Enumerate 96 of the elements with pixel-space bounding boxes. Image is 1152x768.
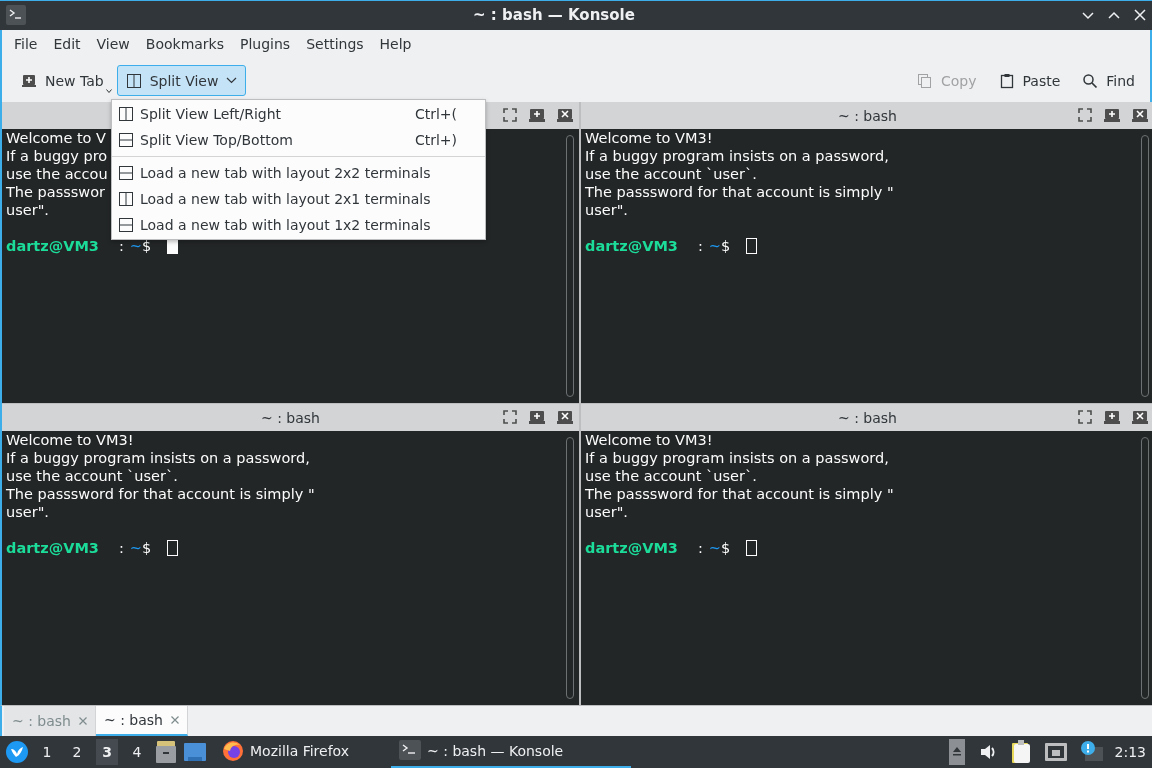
new-tab-icon (21, 72, 37, 89)
pane-title: ~ : bash (261, 409, 320, 426)
menu-item[interactable]: Settings (298, 32, 372, 57)
prompt-path: ~ (708, 237, 721, 256)
chevron-down-icon (226, 77, 238, 85)
taskbar-button[interactable]: ~ : bash — Konsole (391, 736, 632, 768)
search-icon (1082, 72, 1099, 89)
desktop-switcher[interactable]: 4 (126, 739, 148, 765)
prompt-user: dartz@VM3 (585, 539, 678, 558)
terminal-line: Welcome to VM3! (6, 431, 134, 450)
terminal-line: If a buggy pro (6, 147, 108, 166)
terminal[interactable]: Welcome to VM3! If a buggy program insists on a password, use the account `user`. The passsword for that account is simply " user". dartz@VM3 : ~$ (2, 431, 579, 706)
prompt-symbol: $ (721, 539, 731, 558)
terminal-line: user". (6, 201, 49, 220)
prompt-user: dartz@VM3 (6, 539, 99, 558)
firefox-icon (222, 740, 244, 762)
split-view-icon (125, 72, 142, 89)
clipboard-icon[interactable] (1010, 740, 1031, 764)
menu-item[interactable]: File (6, 32, 46, 57)
terminal-line: The passsword for that account is simply " (585, 183, 894, 202)
split-top-bottom-icon (118, 165, 134, 181)
close-terminal-icon[interactable] (1132, 108, 1148, 123)
terminal[interactable]: Welcome to VM3! If a buggy program insists on a password, use the account `user`. The passsword for that account is simply " user". dartz@VM3 : ~$ (581, 129, 1152, 404)
terminal-line: use the account `user`. (585, 467, 757, 486)
prompt-separator: : (118, 237, 124, 256)
terminal-line: The passswor (6, 183, 106, 202)
terminal-line: user". (585, 503, 628, 522)
split-button[interactable]: Split View (116, 65, 247, 97)
taskbar-button[interactable]: Mozilla Firefox (214, 736, 358, 768)
new-tab-button[interactable]: New Tab (12, 65, 113, 97)
paste-button[interactable]: Paste (989, 65, 1070, 97)
minimize-icon[interactable] (1082, 9, 1094, 22)
terminal-line: use the account `user`. (585, 165, 757, 184)
terminal-line: use the accou (6, 165, 108, 184)
close-terminal-icon[interactable] (557, 410, 573, 425)
add-terminal-icon[interactable] (1104, 410, 1120, 425)
start-menu-icon[interactable] (6, 741, 28, 763)
clock[interactable]: 2:13 (1114, 744, 1146, 760)
terminal-line: Welcome to V (6, 129, 107, 148)
terminal-line: Welcome to VM3! (585, 129, 713, 148)
prompt-separator: : (118, 539, 124, 558)
clipboard-icon (998, 72, 1015, 89)
prompt-path: ~ (129, 237, 142, 256)
menu-item[interactable]: Edit (45, 32, 89, 57)
prompt-user: dartz@VM3 (585, 237, 678, 256)
close-terminal-icon[interactable] (1132, 410, 1148, 425)
prompt-path: ~ (129, 539, 142, 558)
eject-icon[interactable] (948, 739, 965, 765)
prompt-user: dartz@VM3 (6, 237, 99, 256)
menu-item[interactable]: Load a new tab with layout 2x2 terminals (112, 160, 485, 186)
menu-item[interactable]: Split View Top/Bottom Ctrl+) (112, 127, 485, 153)
terminal-icon (399, 740, 422, 762)
split-left-right-icon (118, 106, 134, 122)
menu-item[interactable]: View (88, 32, 138, 57)
prompt-symbol: $ (142, 539, 152, 558)
terminal-line: use the account `user`. (6, 467, 178, 486)
terminal-line: user". (6, 503, 49, 522)
split-top-bottom-icon (118, 132, 134, 148)
split-top-bottom-icon (118, 217, 134, 233)
terminal-line: If a buggy program insists on a password, (6, 449, 310, 468)
close-terminal-icon[interactable] (557, 108, 573, 123)
tab[interactable]: ~ : bash (96, 706, 188, 736)
find-button[interactable]: Find (1073, 65, 1144, 97)
add-terminal-icon[interactable] (1104, 108, 1120, 123)
prompt-symbol: $ (721, 237, 731, 256)
desktop-switcher[interactable]: 1 (36, 739, 58, 765)
menu-item[interactable]: Help (371, 32, 420, 57)
menu-item[interactable]: Load a new tab with layout 1x2 terminals (112, 212, 485, 238)
terminal-line: If a buggy program insists on a password, (585, 449, 889, 468)
menu-item[interactable]: Load a new tab with layout 2x1 terminals (112, 186, 485, 212)
terminal-line: If a buggy program insists on a password, (585, 147, 889, 166)
terminal-icon (6, 5, 26, 26)
split-left-right-icon (118, 191, 134, 207)
menu-item[interactable]: Bookmarks (137, 32, 232, 57)
prompt-separator: : (697, 237, 703, 256)
add-terminal-icon[interactable] (529, 108, 545, 123)
add-terminal-icon[interactable] (529, 410, 545, 425)
menu-item[interactable]: Split View Left/Right Ctrl+( (112, 101, 485, 127)
window-title: ~ : bash — Konsole (472, 6, 636, 25)
notification-icon[interactable] (1080, 741, 1103, 763)
prompt-separator: : (697, 539, 703, 558)
terminal-line: The passsword for that account is simply " (585, 485, 894, 504)
menu-item[interactable]: Plugins (232, 32, 299, 57)
desktop-switcher[interactable]: 2 (66, 739, 88, 765)
desktop-switcher[interactable]: 3 (96, 739, 118, 765)
file-cabinet-icon[interactable] (156, 741, 176, 763)
pane-title: ~ : bash (838, 107, 897, 124)
copy-icon (917, 72, 933, 89)
terminal[interactable]: Welcome to VM3! If a buggy program insists on a password, use the account `user`. The passsword for that account is simply " user". dartz@VM3 : ~$ (581, 431, 1152, 706)
prompt-symbol: $ (142, 237, 152, 256)
terminal-line: user". (585, 201, 628, 220)
speaker-icon[interactable] (978, 743, 997, 761)
pane-title: ~ : bash (838, 409, 897, 426)
terminal-line: Welcome to VM3! (585, 431, 713, 450)
terminal-line: The passsword for that account is simply " (6, 485, 315, 504)
prompt-path: ~ (708, 539, 721, 558)
